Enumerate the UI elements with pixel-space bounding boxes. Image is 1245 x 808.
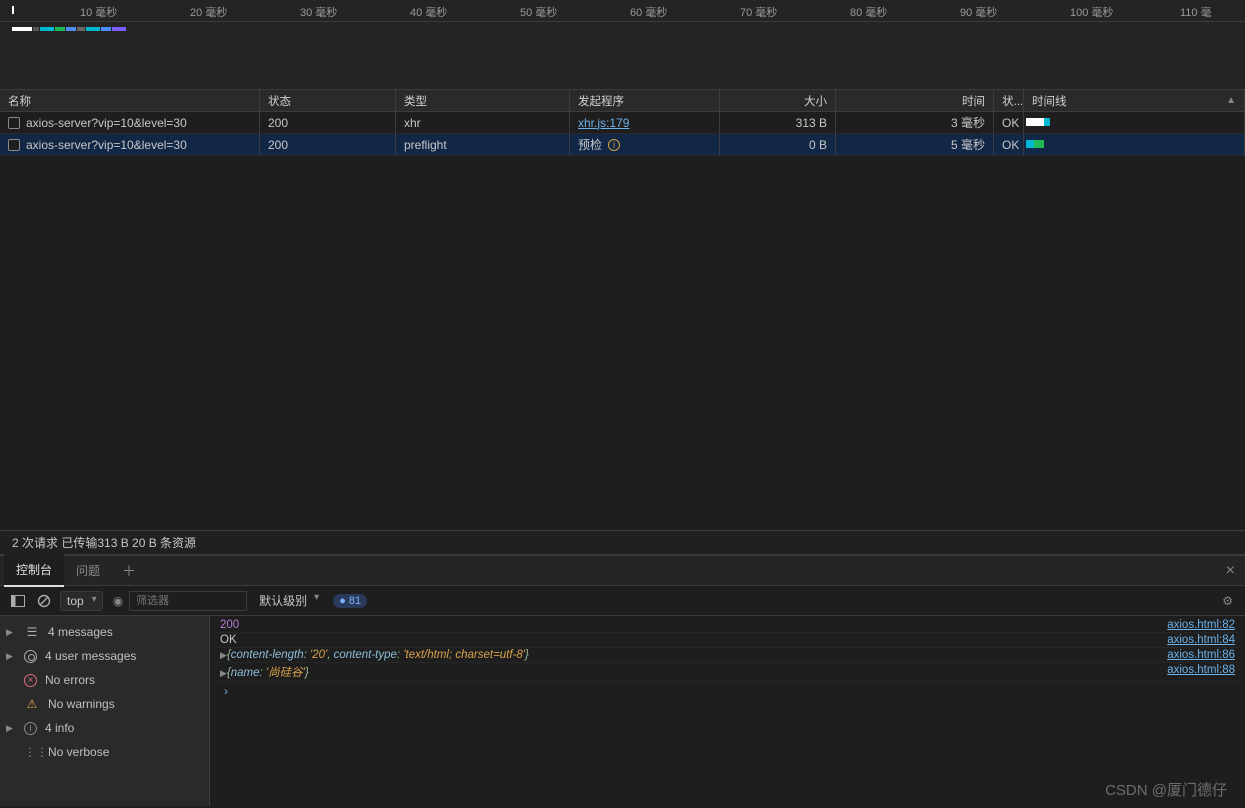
console-filter-input[interactable] [129,591,247,611]
timeline-tick: 30 毫秒 [300,4,337,20]
console-body: ▶☰4 messages ▶4 user messages ×No errors… [0,616,1245,806]
log-level-selector[interactable]: 默认级别 [253,590,321,611]
console-messages[interactable]: 200axios.html:82OKaxios.html:84▶{content… [210,616,1245,806]
timeline-tick: 80 毫秒 [850,4,887,20]
console-message[interactable]: 200axios.html:82 [216,618,1239,633]
drawer: 控制台 问题 ＋ × top ◉ 默认级别 ● 81 ⚙ ▶☰4 message… [0,554,1245,806]
col-header-initiator[interactable]: 发起程序 [570,90,720,111]
console-message[interactable]: ▶{name: '尚硅谷'}axios.html:88 [216,663,1239,682]
timeline-tick: 10 毫秒 [80,4,117,20]
tab-console[interactable]: 控制台 [4,554,64,587]
timeline-tick: 70 毫秒 [740,4,777,20]
col-header-size[interactable]: 大小 [720,90,836,111]
console-settings-icon[interactable]: ⚙ [1222,594,1233,608]
network-table-header: 名称 状态 类型 发起程序 大小 时间 状... 时间线▲ [0,90,1245,112]
timeline-tick: 50 毫秒 [520,4,557,20]
preflight-info-icon[interactable]: i [608,139,620,151]
network-summary-text: 2 次请求 已传输313 B 20 B 条资源 [12,534,196,551]
sidebar-verbose[interactable]: ⋮⋮No verbose [0,740,209,764]
timeline-ticks: 10 毫秒 20 毫秒 30 毫秒 40 毫秒 50 毫秒 60 毫秒 70 毫秒 80 毫秒… [0,0,1245,22]
issues-badge[interactable]: ● 81 [333,594,367,608]
message-source-link[interactable]: axios.html:82 [1159,619,1235,631]
timeline-tick: 90 毫秒 [960,4,997,20]
console-sidebar: ▶☰4 messages ▶4 user messages ×No errors… [0,616,210,806]
network-table: 名称 状态 类型 发起程序 大小 时间 状... 时间线▲ axios-serv… [0,90,1245,530]
console-message[interactable]: OKaxios.html:84 [216,633,1239,648]
timeline-tick: 20 毫秒 [190,4,227,20]
console-message[interactable]: ▶{content-length: '20', content-type: 't… [216,648,1239,663]
add-tab-button[interactable]: ＋ [112,554,146,588]
toggle-sidebar-icon[interactable] [8,591,28,611]
file-icon [8,139,20,151]
sort-indicator-icon: ▲ [1226,95,1236,106]
console-toolbar: top ◉ 默认级别 ● 81 ⚙ [0,586,1245,616]
clear-console-icon[interactable] [34,591,54,611]
sidebar-errors[interactable]: ×No errors [0,668,209,692]
network-table-body: axios-server?vip=10&level=30200xhrxhr.js… [0,112,1245,530]
file-icon [8,117,20,129]
message-source-link[interactable]: axios.html:88 [1159,664,1235,680]
network-request-row[interactable]: axios-server?vip=10&level=30200xhrxhr.js… [0,112,1245,134]
timeline-tick: 110 毫 [1180,4,1212,20]
console-prompt[interactable]: › [216,682,1239,700]
close-drawer-icon[interactable]: × [1226,562,1235,580]
col-header-name[interactable]: 名称 [0,90,260,111]
col-header-waterfall[interactable]: 时间线▲ [1024,90,1245,111]
col-header-time[interactable]: 时间 [836,90,994,111]
sidebar-messages[interactable]: ▶☰4 messages [0,620,209,644]
timeline-tick: 40 毫秒 [410,4,447,20]
timeline-tick: 100 毫秒 [1070,4,1113,20]
sidebar-user-messages[interactable]: ▶4 user messages [0,644,209,668]
live-expression-icon[interactable]: ◉ [113,594,123,608]
col-header-status-text[interactable]: 状... [994,90,1024,111]
timeline-tick: 60 毫秒 [630,4,667,20]
playhead-marker[interactable] [12,6,14,14]
sidebar-warnings[interactable]: ⚠No warnings [0,692,209,716]
sidebar-info[interactable]: ▶i4 info [0,716,209,740]
timeline-overview[interactable]: 10 毫秒 20 毫秒 30 毫秒 40 毫秒 50 毫秒 60 毫秒 70 毫秒 80 毫秒… [0,0,1245,90]
initiator-link[interactable]: xhr.js:179 [578,116,629,130]
message-source-link[interactable]: axios.html:86 [1159,649,1235,661]
drawer-tabs: 控制台 问题 ＋ × [0,556,1245,586]
network-summary-bar: 2 次请求 已传输313 B 20 B 条资源 [0,530,1245,554]
context-selector[interactable]: top [60,591,103,611]
overview-strip [12,24,126,34]
message-source-link[interactable]: axios.html:84 [1159,634,1235,646]
tab-issues[interactable]: 问题 [64,555,112,586]
network-request-row[interactable]: axios-server?vip=10&level=30200preflight… [0,134,1245,156]
col-header-status[interactable]: 状态 [260,90,396,111]
col-header-type[interactable]: 类型 [396,90,570,111]
